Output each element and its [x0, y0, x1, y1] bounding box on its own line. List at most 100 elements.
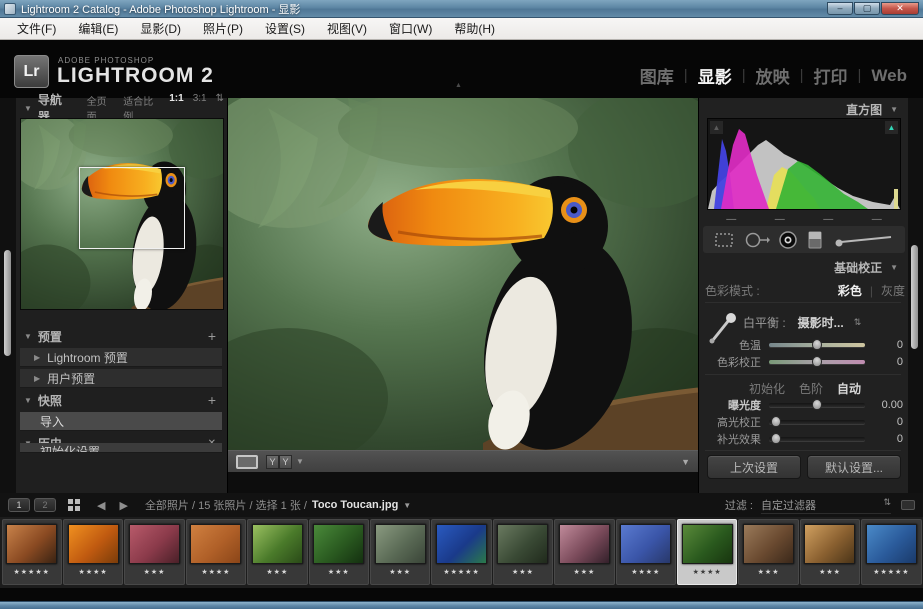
collapse-icon[interactable]: ▼: [24, 104, 32, 113]
collapse-icon[interactable]: ▼: [890, 263, 898, 272]
filmstrip-thumbnail-toucan-selected[interactable]: ★★★★: [677, 519, 737, 585]
filmstrip-thumbnail-iceberg[interactable]: ★★★★: [616, 519, 676, 585]
main-photo-view[interactable]: [228, 98, 698, 450]
slider-thumb[interactable]: [812, 339, 822, 350]
collapse-icon[interactable]: ▼: [24, 396, 32, 405]
star-rating[interactable]: ★★★: [266, 568, 288, 576]
temperature-value[interactable]: 0: [873, 339, 903, 351]
filmstrip-scroll-area[interactable]: [0, 588, 923, 601]
highlight-clipping-icon[interactable]: ▲: [885, 121, 898, 134]
filmstrip-thumbnail-autumn-trees[interactable]: ★★★: [738, 519, 798, 585]
before-after-toggle[interactable]: Y Y: [266, 455, 292, 469]
before-view-icon[interactable]: Y: [266, 455, 279, 469]
filmstrip-thumbnail-desert-dune[interactable]: ★★★★: [186, 519, 246, 585]
after-view-icon[interactable]: Y: [279, 455, 292, 469]
tint-value[interactable]: 0: [873, 356, 903, 368]
white-balance-value[interactable]: 摄影时...: [798, 314, 844, 331]
histogram-panel[interactable]: ▲ ▲: [707, 118, 901, 210]
filmstrip-thumbnail-autumn-orchard[interactable]: ★★★: [800, 519, 860, 585]
left-scrollbar[interactable]: [4, 250, 11, 356]
star-rating[interactable]: ★★★★★: [873, 568, 909, 576]
expand-icon[interactable]: ▶: [34, 374, 40, 383]
history-item-clipped[interactable]: 初始化设置: [20, 443, 222, 453]
preset-folder-lightroom[interactable]: ▶ Lightroom 预置: [20, 348, 222, 367]
module-develop[interactable]: 显影: [698, 63, 732, 88]
star-rating[interactable]: ★★★★: [631, 568, 660, 576]
star-rating[interactable]: ★★★★: [79, 568, 108, 576]
snapshots-header[interactable]: ▼ 快照 +: [18, 390, 224, 410]
menu-settings[interactable]: 设置(S): [254, 18, 316, 39]
slider-thumb[interactable]: [812, 399, 822, 410]
star-rating[interactable]: ★★★★: [201, 568, 230, 576]
collapse-icon[interactable]: ▼: [890, 105, 898, 114]
star-rating[interactable]: ★★★★: [693, 568, 722, 576]
filmstrip-breadcrumb[interactable]: 全部照片 / 15 张照片 / 选择 1 张 /: [145, 497, 307, 513]
star-rating[interactable]: ★★★: [389, 568, 411, 576]
star-rating[interactable]: ★★★: [758, 568, 780, 576]
module-web[interactable]: Web: [871, 66, 907, 86]
exposure-slider[interactable]: [769, 403, 865, 407]
filmstrip-thumbnail-orange-flowers[interactable]: ★★★★: [63, 519, 123, 585]
secondary-monitor-button[interactable]: 2: [34, 498, 56, 512]
shadow-clipping-icon[interactable]: ▲: [710, 121, 723, 134]
red-eye-tool-icon[interactable]: [778, 230, 798, 250]
filter-stepper-icon[interactable]: ⇅: [883, 497, 891, 513]
star-rating[interactable]: ★★★: [512, 568, 534, 576]
star-rating[interactable]: ★★★★★: [443, 568, 479, 576]
filmstrip-thumbnail-red-leaves[interactable]: ★★★: [124, 519, 184, 585]
loupe-view-icon[interactable]: [236, 455, 258, 469]
slider-thumb[interactable]: [812, 356, 822, 367]
module-slideshow[interactable]: 放映: [756, 63, 790, 88]
color-mode-grayscale[interactable]: 灰度: [881, 282, 905, 299]
menu-help[interactable]: 帮助(H): [443, 18, 506, 39]
before-after-dropdown-icon[interactable]: ▼: [296, 457, 304, 466]
minimize-button[interactable]: –: [827, 2, 853, 15]
filmstrip-thumbnail-whale[interactable]: ★★★★★: [861, 519, 921, 585]
add-snapshot-icon[interactable]: +: [208, 392, 216, 408]
spot-removal-icon[interactable]: [744, 231, 770, 249]
menu-view[interactable]: 视图(V): [316, 18, 378, 39]
star-rating[interactable]: ★★★: [328, 568, 350, 576]
current-filename[interactable]: Toco Toucan.jpg: [312, 499, 398, 511]
right-scrollbar[interactable]: [911, 245, 918, 349]
filter-switch-icon[interactable]: [901, 500, 915, 510]
filmstrip-thumbnail-forest-path[interactable]: ★★★: [247, 519, 307, 585]
close-button[interactable]: ✕: [881, 2, 919, 15]
menu-photo[interactable]: 照片(P): [192, 18, 254, 39]
next-photo-icon[interactable]: ▶: [119, 499, 127, 512]
filmstrip-thumbnail-pink-blossoms[interactable]: ★★★: [554, 519, 614, 585]
histogram-header[interactable]: 直方图 ▼: [702, 100, 902, 118]
tint-slider[interactable]: [769, 360, 865, 364]
primary-monitor-button[interactable]: 1: [8, 498, 30, 512]
preset-folder-user[interactable]: ▶ 用户预置: [20, 369, 222, 388]
add-preset-icon[interactable]: +: [208, 328, 216, 344]
recovery-slider[interactable]: [769, 420, 865, 424]
tone-reset-label[interactable]: 初始化: [749, 380, 785, 397]
adjustment-brush-icon[interactable]: [833, 231, 895, 249]
top-panel-collapse-icon[interactable]: ▲: [455, 82, 462, 89]
module-library[interactable]: 图库: [640, 63, 674, 88]
filmstrip-thumbnail-green-leaves[interactable]: ★★★: [309, 519, 369, 585]
white-balance-stepper-icon[interactable]: ⇅: [854, 317, 862, 328]
previous-settings-button[interactable]: 上次设置: [707, 455, 801, 479]
menu-file[interactable]: 文件(F): [6, 18, 67, 39]
star-rating[interactable]: ★★★★★: [14, 568, 50, 576]
module-print[interactable]: 打印: [814, 63, 848, 88]
slider-thumb[interactable]: [771, 416, 781, 427]
snapshot-item-import[interactable]: 导入: [20, 412, 222, 431]
exposure-value[interactable]: 0.00: [873, 399, 903, 411]
filmstrip-thumbnail-stream-rocks[interactable]: ★★★: [493, 519, 553, 585]
previous-photo-icon[interactable]: ◀: [97, 499, 105, 512]
maximize-button[interactable]: ▢: [854, 2, 880, 15]
star-rating[interactable]: ★★★: [144, 568, 166, 576]
star-rating[interactable]: ★★★: [573, 568, 595, 576]
grid-view-icon[interactable]: [68, 499, 80, 511]
tone-auto-button[interactable]: 自动: [837, 380, 861, 397]
filmstrip-thumbnail-river-aerial[interactable]: ★★★: [370, 519, 430, 585]
toolbar-options-icon[interactable]: ▼: [681, 457, 690, 467]
graduated-filter-icon[interactable]: [806, 230, 824, 250]
reset-settings-button[interactable]: 默认设置...: [807, 455, 901, 479]
expand-icon[interactable]: ▶: [34, 353, 40, 362]
basic-panel-header[interactable]: 基础校正 ▼: [702, 258, 902, 276]
color-mode-color[interactable]: 彩色: [838, 282, 862, 299]
